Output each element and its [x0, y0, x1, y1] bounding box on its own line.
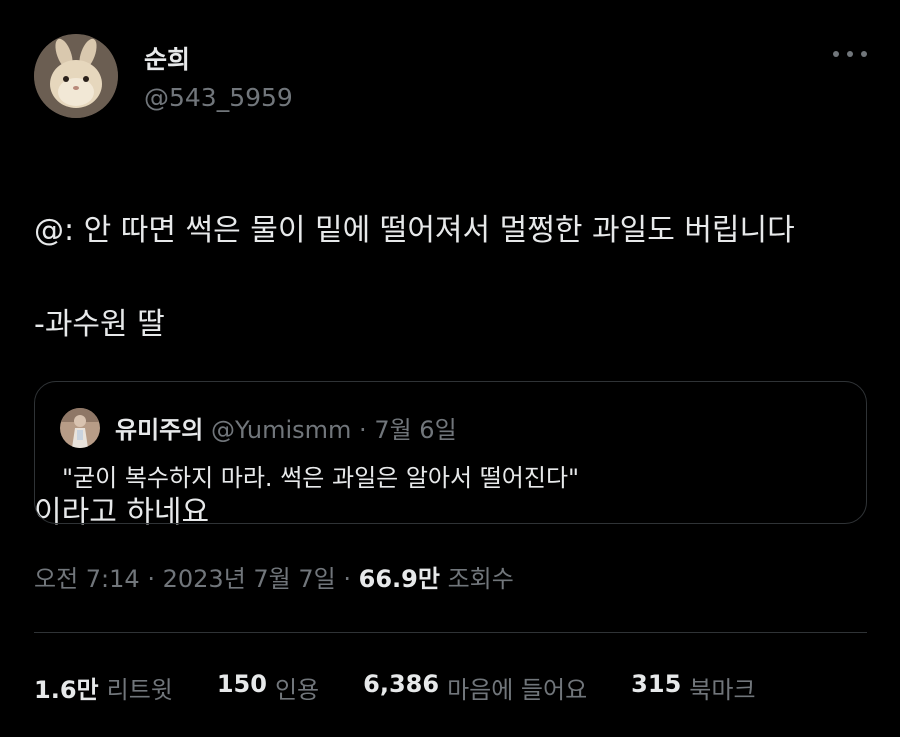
- separator-dot: ·: [359, 416, 367, 444]
- quoted-author-avatar[interactable]: [60, 408, 100, 448]
- bookmarks-stat[interactable]: 315 북마크: [631, 670, 755, 705]
- quotes-count: 150: [216, 670, 267, 698]
- views-count: 66.9만: [358, 565, 440, 593]
- tweet: 순희 @543_5959 @: 안 따면 썩은 물이 밑에 떨어져서 멀쩡한 과…: [0, 0, 900, 737]
- retweets-label: 리트윗: [106, 676, 173, 704]
- quotes-label: 인용: [274, 676, 320, 704]
- bookmarks-count: 315: [631, 670, 682, 698]
- tweet-text-line: @: 안 따면 썩은 물이 밑에 떨어져서 멀쩡한 과일도 버립니다: [34, 213, 795, 248]
- divider: [34, 632, 867, 633]
- quoted-date[interactable]: 7월 6일: [374, 416, 456, 444]
- quoted-text: "굳이 복수하지 마라. 썩은 과일은 알아서 떨어진다": [62, 464, 580, 492]
- quoted-tweet[interactable]: 유미주의 @Yumismm · 7월 6일 "굳이 복수하지 마라. 썩은 과일…: [34, 381, 867, 524]
- engagement-stats: 1.6만 리트윗 150 인용 6,386 마음에 들어요 315 북마크: [34, 670, 756, 705]
- likes-stat[interactable]: 6,386 마음에 들어요: [363, 670, 587, 705]
- separator-dot: ·: [343, 565, 352, 593]
- retweets-stat[interactable]: 1.6만 리트윗: [34, 670, 173, 705]
- author-handle[interactable]: @543_5959: [144, 83, 293, 112]
- tweet-time[interactable]: 오전 7:14: [34, 565, 140, 593]
- author-avatar[interactable]: [34, 34, 118, 118]
- likes-label: 마음에 들어요: [447, 676, 588, 704]
- tweet-text-line: -과수원 딸: [34, 307, 165, 342]
- views-label: 조회수: [447, 565, 514, 593]
- tweet-meta: 오전 7:14 · 2023년 7월 7일 · 66.9만 조회수: [34, 559, 514, 594]
- quoted-header: 유미주의 @Yumismm · 7월 6일: [115, 410, 457, 445]
- quoted-author-handle[interactable]: @Yumismm: [211, 416, 351, 444]
- separator-dot: ·: [147, 565, 155, 593]
- quotes-stat[interactable]: 150 인용: [217, 670, 319, 705]
- tweet-date[interactable]: 2023년 7월 7일: [163, 565, 336, 593]
- retweets-count: 1.6만: [34, 676, 99, 704]
- likes-count: 6,386: [363, 670, 440, 698]
- quoted-author-name[interactable]: 유미주의: [115, 416, 203, 444]
- person-avatar-icon: [60, 408, 100, 448]
- author-name[interactable]: 순희: [144, 40, 190, 76]
- rabbit-avatar-icon: [34, 34, 118, 118]
- more-options-icon[interactable]: [833, 44, 867, 64]
- bookmarks-label: 북마크: [689, 676, 756, 704]
